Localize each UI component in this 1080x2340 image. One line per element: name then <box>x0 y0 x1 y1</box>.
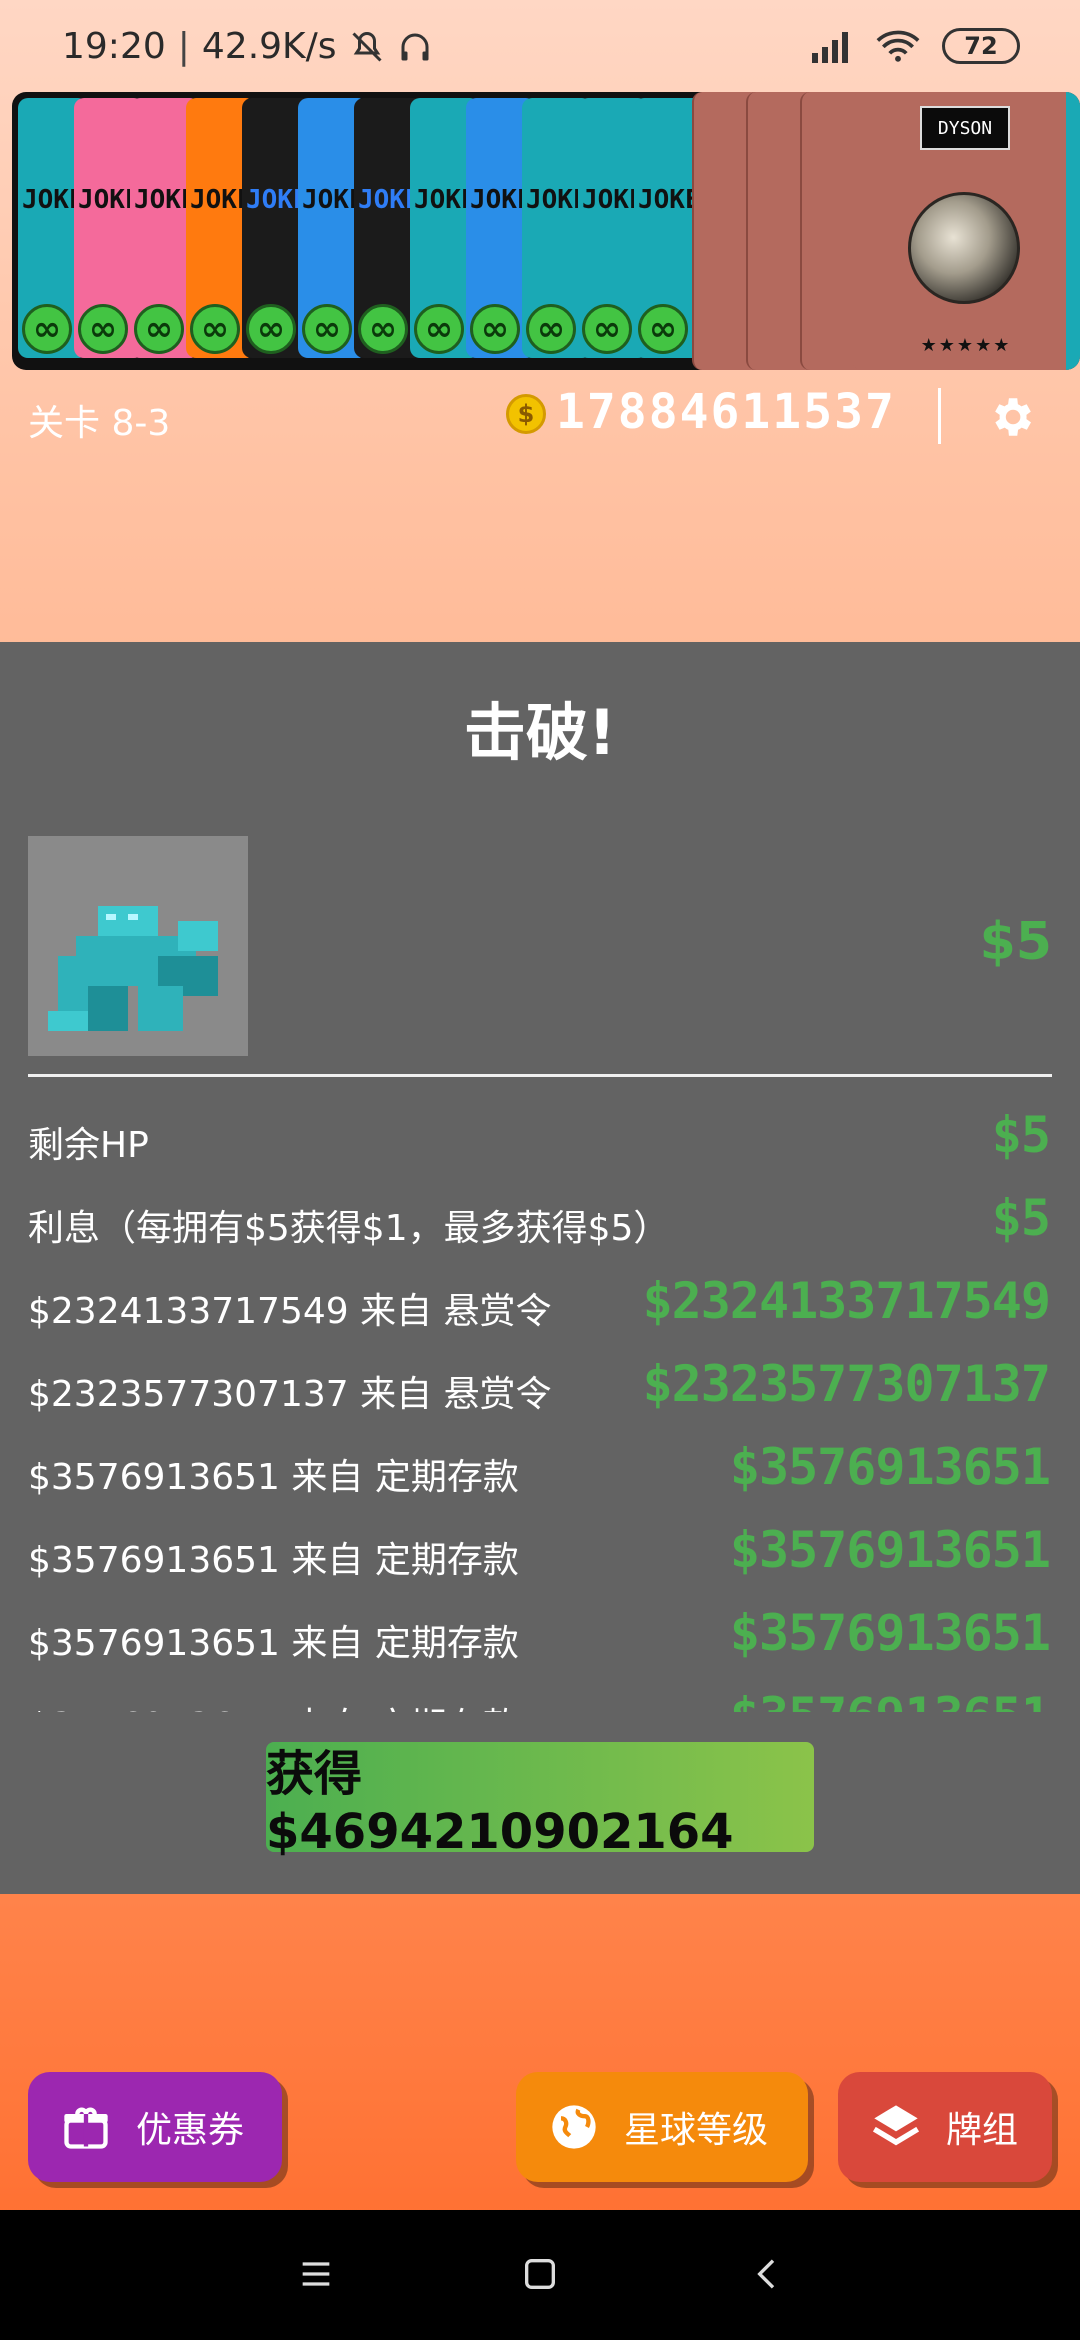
reward-value: $3576913651 <box>729 1604 1051 1662</box>
card-label: JOKE <box>582 185 645 215</box>
reward-row: $3576913651 来自 定期存款 $3576913651 <box>0 1430 1080 1512</box>
planet-level-label: 星球等级 <box>624 2110 769 2151</box>
planet-level-button[interactable]: 星球等级 <box>516 2072 808 2182</box>
status-icons: 72 <box>810 28 1020 64</box>
status-left: 19:20 | 42.9K/s <box>62 26 433 67</box>
info-bar: 关卡 8-3 $ 17884611537 <box>0 370 1080 466</box>
signal-icon <box>812 32 848 63</box>
claim-reward-button[interactable]: 获得 $4694210902164 <box>266 1742 814 1860</box>
network-speed: 42.9K/s <box>201 26 337 67</box>
infinite-badge: ∞ <box>134 304 184 354</box>
infinite-badge: ∞ <box>302 304 352 354</box>
reward-label: $3576913651 来自 定期存款 <box>28 1697 519 1712</box>
enemy-reward: $5 <box>979 912 1052 972</box>
reward-label: $3576913651 来自 定期存款 <box>28 1457 519 1498</box>
divider <box>28 1074 1052 1077</box>
coin-count: 17884611537 <box>556 384 896 440</box>
infinite-badge: ∞ <box>22 304 72 354</box>
reward-row: $3576913651 来自 定期存款 $3576913651 <box>0 1513 1080 1595</box>
joker-card-strip[interactable]: JOKE ∞ JOKE ∞ JOKE ∞ JOKE ∞ JOKE ∞ JOKE ∞ JOKE… <box>12 92 1080 370</box>
deck-label: 牌组 <box>946 2110 1019 2151</box>
card-label: JOKE <box>190 185 253 215</box>
battery-indicator: 72 <box>942 28 1020 64</box>
card-label: JOKE <box>358 185 421 215</box>
reward-value: $3576913651 <box>729 1521 1051 1579</box>
result-panel: 击破! $5 剩余HP $5 利息（每拥有$5获得$1，最多获得$5） $5 $… <box>0 642 1080 1894</box>
card-label: JOKE <box>526 185 589 215</box>
coin-icon: $ <box>506 394 546 434</box>
headphones-icon <box>401 33 429 60</box>
reward-value: $5 <box>991 1189 1051 1247</box>
featured-card-stack[interactable]: DYSON ★★★★★ <box>692 92 1080 370</box>
reward-value: $3576913651 <box>729 1438 1051 1496</box>
infinite-badge: ∞ <box>78 304 128 354</box>
bell-muted-icon <box>351 31 382 62</box>
card-label: JOKE <box>414 185 477 215</box>
reward-label: 剩余HP <box>28 1125 149 1166</box>
card-label: JOKE <box>78 185 141 215</box>
golem-icon <box>48 906 218 1031</box>
reward-row: $2323577307137 来自 悬赏令 $2323577307137 <box>0 1347 1080 1429</box>
system-navigation-bar <box>0 2210 1080 2340</box>
status-time: 19:20 <box>62 26 166 67</box>
reward-value: $3576913651 <box>730 1687 1051 1712</box>
reward-row: 剩余HP $5 <box>0 1098 1080 1180</box>
card-edge <box>1066 92 1080 370</box>
infinite-badge: ∞ <box>358 304 408 354</box>
globe-icon <box>542 2095 606 2159</box>
layers-icon <box>864 2095 928 2159</box>
reward-value: $2323577307137 <box>642 1355 1051 1413</box>
card-label: JOKE <box>470 185 533 215</box>
divider <box>938 388 941 444</box>
status-bar: 19:20 | 42.9K/s 72 <box>0 0 1080 90</box>
result-title: 击破! <box>463 696 617 769</box>
card-label: JOKE <box>246 185 309 215</box>
reward-label: $3576913651 来自 定期存款 <box>28 1540 519 1581</box>
dyson-card[interactable]: DYSON ★★★★★ <box>852 92 1080 370</box>
card-label: JOKE <box>302 185 365 215</box>
card-label: JOKE <box>638 185 701 215</box>
card-label: JOKE <box>134 185 197 215</box>
reward-label: $2323577307137 来自 悬赏令 <box>28 1374 552 1415</box>
home-icon[interactable] <box>520 2254 560 2294</box>
card-rating: ★★★★★ <box>920 335 1012 356</box>
dyson-badge: DYSON <box>920 106 1010 150</box>
infinite-badge: ∞ <box>470 304 520 354</box>
infinite-badge: ∞ <box>582 304 632 354</box>
infinite-badge: ∞ <box>414 304 464 354</box>
wifi-icon <box>876 30 920 62</box>
voucher-label: 优惠券 <box>136 2110 245 2151</box>
gear-icon[interactable] <box>986 392 1036 442</box>
reward-row: 利息（每拥有$5获得$1，最多获得$5） $5 <box>0 1181 1080 1263</box>
card-label: JOKE <box>22 185 85 215</box>
reward-value: $2324133717549 <box>642 1272 1051 1330</box>
level-label: 关卡 8-3 <box>28 403 171 444</box>
menu-icon[interactable] <box>296 2254 336 2294</box>
status-separator: | <box>177 26 190 67</box>
reward-row: $3576913651 来自 定期存款 $3576913651 <box>0 1596 1080 1678</box>
reward-row: $3576913651 来自 定期存款 $3576913651 <box>0 1679 1080 1712</box>
enemy-portrait <box>28 836 248 1056</box>
reward-value: $5 <box>991 1106 1051 1164</box>
reward-label: 利息（每拥有$5获得$1，最多获得$5） <box>28 1208 670 1249</box>
dyson-orb-icon <box>908 192 1020 304</box>
reward-row: $2324133717549 来自 悬赏令 $2324133717549 <box>0 1264 1080 1346</box>
infinite-badge: ∞ <box>190 304 240 354</box>
infinite-badge: ∞ <box>246 304 296 354</box>
gift-box-icon <box>54 2095 118 2159</box>
infinite-badge: ∞ <box>526 304 576 354</box>
voucher-button[interactable]: 优惠券 <box>28 2072 282 2182</box>
reward-label: $2324133717549 来自 悬赏令 <box>28 1291 552 1332</box>
reward-list[interactable]: 剩余HP $5 利息（每拥有$5获得$1，最多获得$5） $5 $2324133… <box>0 1098 1080 1712</box>
reward-label: $3576913651 来自 定期存款 <box>28 1623 519 1664</box>
deck-button[interactable]: 牌组 <box>838 2072 1052 2182</box>
infinite-badge: ∞ <box>638 304 688 354</box>
back-icon[interactable] <box>748 2254 788 2294</box>
